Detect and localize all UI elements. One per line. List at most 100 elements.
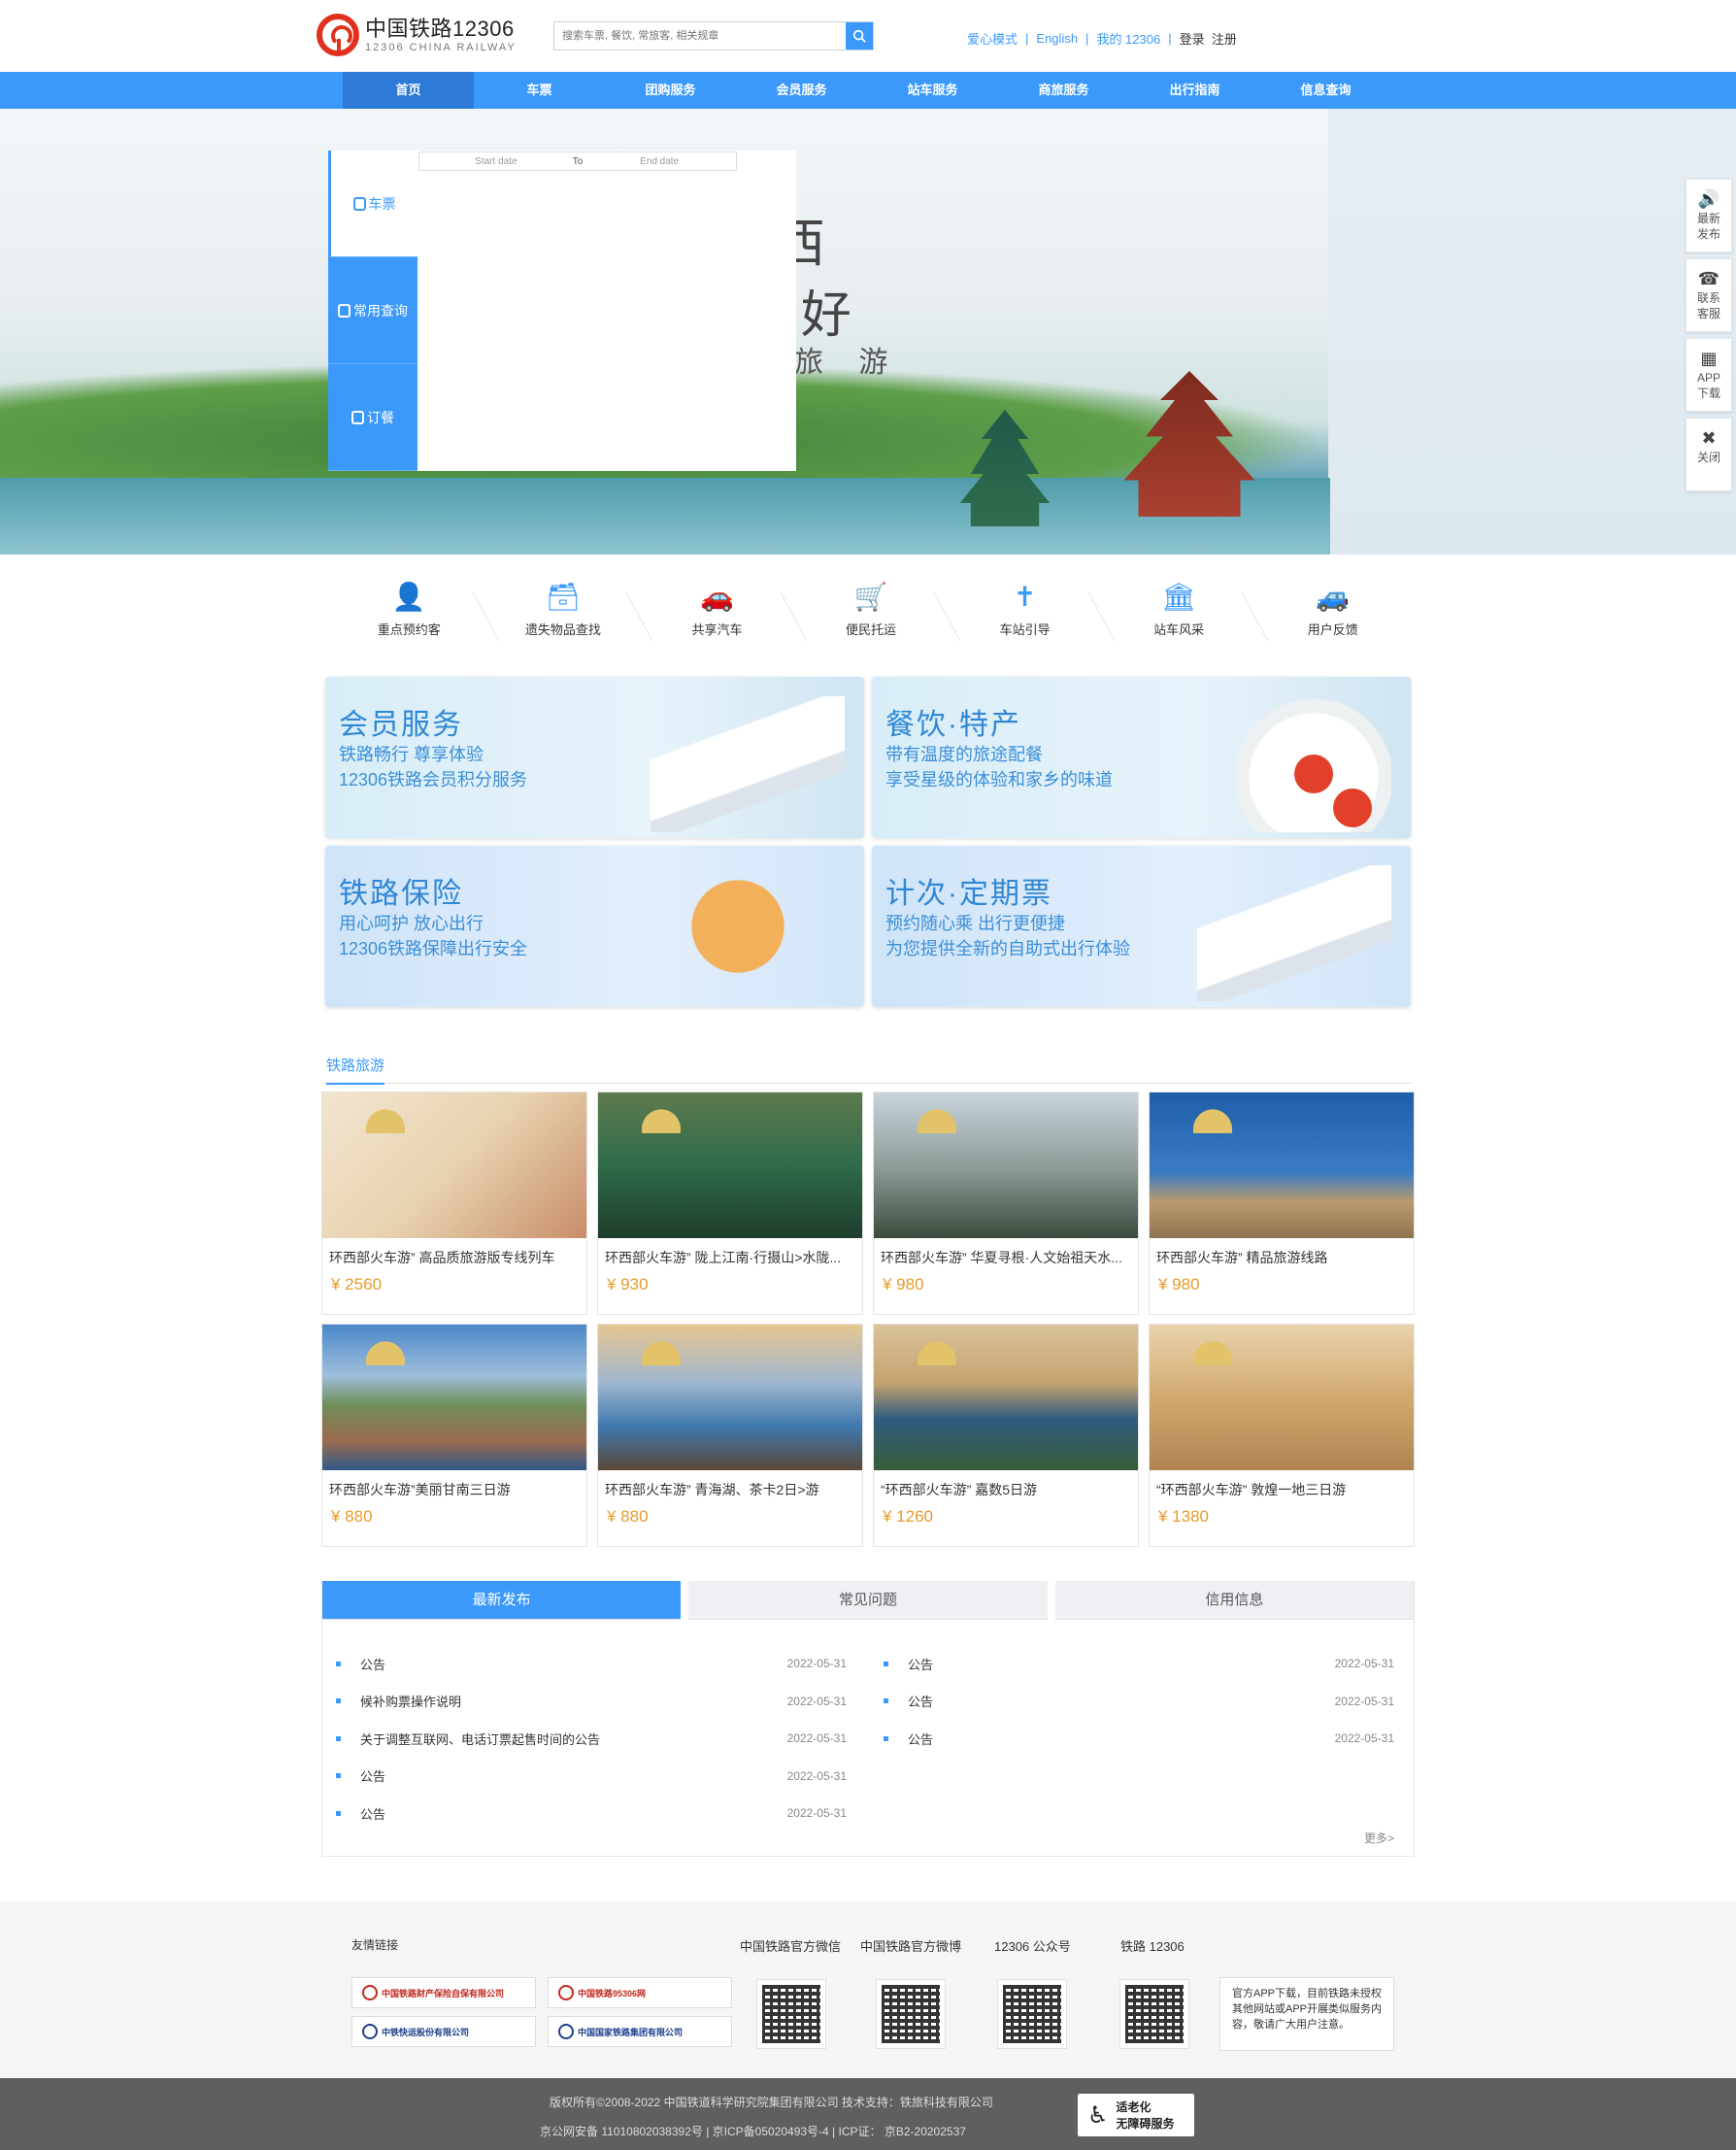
copyright-bar: 版权所有©2008-2022 中国铁道科学研究院集团有限公司 技术支持：铁旅科技… <box>0 2078 1736 2150</box>
app-download-note: 官方APP下载，目前铁路未授权其他网站或APP开展类似服务内容，敬请广大用户注意… <box>1219 1977 1394 2051</box>
latest-release-tool[interactable]: 🔊 最新发布 <box>1686 179 1732 252</box>
friend-link[interactable]: 中国铁路95306网 <box>548 1977 732 2008</box>
login-link[interactable]: 登录 <box>1180 29 1205 48</box>
travel-card[interactable]: “环西部火车游” 敦煌一地三日游 ¥ 1380 <box>1149 1324 1415 1547</box>
travel-card[interactable]: 环西部火车游” 青海湖、茶卡2日>游 ¥ 880 <box>597 1324 863 1547</box>
notice-item[interactable]: 公告 2022-05-31 <box>884 1720 1394 1758</box>
nav-station[interactable]: 站车服务 <box>867 72 998 109</box>
promo-period-ticket[interactable]: 计次·定期票 预约随心乘 出行更便捷 为您提供全新的自助式出行体验 <box>872 846 1411 1007</box>
travel-card[interactable]: 环西部火车游” 高品质旅游版专线列车 ¥ 2560 <box>321 1092 587 1315</box>
notice-item[interactable]: 公告 2022-05-31 <box>336 1795 847 1832</box>
promo-cards: 会员服务 铁路畅行 尊享体验 12306铁路会员积分服务 餐饮·特产 带有温度的… <box>325 677 1411 1007</box>
close-icon: ✖ <box>1701 428 1717 448</box>
service-lost-found[interactable]: 🗃 遗失物品查找 <box>486 581 641 638</box>
english-link[interactable]: English <box>1036 31 1078 46</box>
promo-catering[interactable]: 餐饮·特产 带有温度的旅途配餐 享受星级的体验和家乡的味道 <box>872 677 1411 838</box>
service-consignment[interactable]: 🛒 便民托运 <box>794 581 949 638</box>
train-icon <box>351 410 364 424</box>
banner-subtext: 旅 游 <box>794 347 902 379</box>
qr-title: 12306 公众号 <box>994 1939 1071 1954</box>
service-key-passenger[interactable]: 👤 重点预约客 <box>332 581 486 638</box>
qr-title: 铁路 12306 <box>1120 1939 1185 1954</box>
shield-illustration <box>651 865 845 1001</box>
travel-card[interactable]: 环西部火车游” 精品旅游线路 ¥ 980 <box>1149 1092 1415 1315</box>
nav-business[interactable]: 商旅服务 <box>998 72 1129 109</box>
nav-group[interactable]: 团购服务 <box>605 72 736 109</box>
accessibility-badge[interactable]: ♿ 适老化 无障碍服务 <box>1078 2094 1194 2136</box>
notice-item[interactable]: 关于调整互联网、电话订票起售时间的公告 2022-05-31 <box>336 1720 847 1758</box>
care-mode-link[interactable]: 爱心模式 <box>967 29 1018 48</box>
feedback-car-icon: 🚙 <box>1316 582 1351 612</box>
nav-home[interactable]: 首页 <box>343 72 474 109</box>
insurance-logo-icon <box>362 1985 378 2000</box>
notice-item[interactable]: 公告 2022-05-31 <box>336 1645 847 1683</box>
friend-link[interactable]: 中国国家铁路集团有限公司 <box>548 2016 732 2047</box>
travel-image <box>322 1092 586 1238</box>
notice-list-left: 公告 2022-05-31 候补购票操作说明 2022-05-31 关于调整互联网、… <box>336 1645 847 1832</box>
person-icon: 👤 <box>391 582 426 612</box>
end-date-field[interactable]: End date <box>583 156 736 167</box>
more-link[interactable]: 更多> <box>1364 1830 1394 1846</box>
footer: 友情链接 中国铁路财产保险自保有限公司 中国铁路95306网 中铁快运股份有限公… <box>0 1901 1736 2078</box>
nav-member[interactable]: 会员服务 <box>736 72 867 109</box>
search-icon <box>852 29 866 43</box>
wheelchair-icon: ♿ <box>1087 2101 1109 2129</box>
site-logo[interactable]: 中国铁路12306 12306 CHINA RAILWAY <box>317 14 517 56</box>
travel-card[interactable]: “环西部火车游” 嘉数5日游 ¥ 1260 <box>873 1324 1139 1547</box>
booking-panel: 车票 常用查询 订餐 Start date To End date <box>328 151 796 471</box>
travel-image <box>322 1325 586 1470</box>
speaker-icon: 🔊 <box>1697 189 1720 209</box>
logo-title: 中国铁路12306 <box>365 17 515 41</box>
start-date-field[interactable]: Start date <box>419 156 573 167</box>
box-icon: 🗃 <box>546 582 581 612</box>
nav-info[interactable]: 信息查询 <box>1260 72 1391 109</box>
travel-card[interactable]: 环西部火车游”美丽甘南三日游 ¥ 880 <box>321 1324 587 1547</box>
service-shared-car[interactable]: 🚗 共享汽车 <box>640 581 794 638</box>
signpost-icon: ✝ <box>1013 582 1037 612</box>
train-illustration <box>651 696 845 832</box>
tab-tickets[interactable]: 车票 <box>328 151 417 257</box>
service-station-guide[interactable]: ✝ 车站引导 <box>948 581 1102 638</box>
close-tool[interactable]: ✖ 关闭 <box>1686 418 1732 491</box>
friend-link[interactable]: 中铁快运股份有限公司 <box>351 2016 536 2047</box>
copyright-text: 版权所有©2008-2022 中国铁道科学研究院集团有限公司 技术支持：铁旅科技… <box>550 2096 993 2109</box>
nav-guide[interactable]: 出行指南 <box>1129 72 1260 109</box>
travel-title[interactable]: 铁路旅游 <box>326 1055 385 1085</box>
search-input[interactable] <box>554 22 846 50</box>
tab-faq[interactable]: 常见问题 <box>688 1581 1048 1620</box>
search-button[interactable] <box>846 22 873 50</box>
notice-item[interactable]: 公告 2022-05-31 <box>884 1683 1394 1721</box>
cart-icon: 🛒 <box>853 582 888 612</box>
promo-membership[interactable]: 会员服务 铁路畅行 尊享体验 12306铁路会员积分服务 <box>325 677 864 838</box>
app-download-tool[interactable]: ▦ APP下载 <box>1686 338 1732 412</box>
header: 中国铁路12306 12306 CHINA RAILWAY 爱心模式| Engl… <box>0 0 1736 72</box>
travel-image <box>874 1325 1138 1470</box>
date-range-picker[interactable]: Start date To End date <box>418 151 737 171</box>
promo-insurance[interactable]: 铁路保险 用心呵护 放心出行 12306铁路保障出行安全 <box>325 846 864 1007</box>
nav-tickets[interactable]: 车票 <box>474 72 605 109</box>
date-separator: To <box>572 155 584 167</box>
my-12306-link[interactable]: 我的 12306 <box>1096 29 1160 48</box>
tab-common-query[interactable]: 常用查询 <box>328 257 417 364</box>
travel-card[interactable]: 环西部火车游” 华夏寻根·人文始祖天水... ¥ 980 <box>873 1092 1139 1315</box>
contact-service-tool[interactable]: ☎ 联系客服 <box>1686 258 1732 332</box>
notice-item[interactable]: 公告 2022-05-31 <box>336 1758 847 1796</box>
tab-latest[interactable]: 最新发布 <box>322 1581 682 1620</box>
qr-title: 中国铁路官方微信 <box>740 1939 842 1954</box>
register-link[interactable]: 注册 <box>1212 29 1237 48</box>
notice-item[interactable]: 候补购票操作说明 2022-05-31 <box>336 1683 847 1721</box>
icp-text: 京公网安备 11010802038392号 | 京ICP备05020493号-4… <box>540 2125 966 2138</box>
top-links: 爱心模式 | English | 我的 12306 | 登录 注册 <box>967 29 1237 48</box>
side-toolbar: 🔊 最新发布 ☎ 联系客服 ▦ APP下载 ✖ 关闭 <box>1686 179 1734 497</box>
notice-item[interactable]: 公告 2022-05-31 <box>884 1645 1394 1683</box>
train-illustration <box>1197 865 1391 1001</box>
travel-card[interactable]: 环西部火车游” 陇上江南·行摄山>水陇... ¥ 930 <box>597 1092 863 1315</box>
main-nav: 首页 车票 团购服务 会员服务 站车服务 商旅服务 出行指南 信息查询 <box>0 72 1736 109</box>
search-box <box>553 21 874 50</box>
tab-meal[interactable]: 订餐 <box>328 364 417 471</box>
service-feedback[interactable]: 🚙 用户反馈 <box>1255 581 1410 638</box>
friend-link[interactable]: 中国铁路财产保险自保有限公司 <box>351 1977 536 2008</box>
hero-banner[interactable]: 西 / 好 旅 游 <box>0 109 1736 554</box>
tab-credit[interactable]: 信用信息 <box>1054 1581 1414 1620</box>
service-station-style[interactable]: 🏛 站车风采 <box>1102 581 1256 638</box>
